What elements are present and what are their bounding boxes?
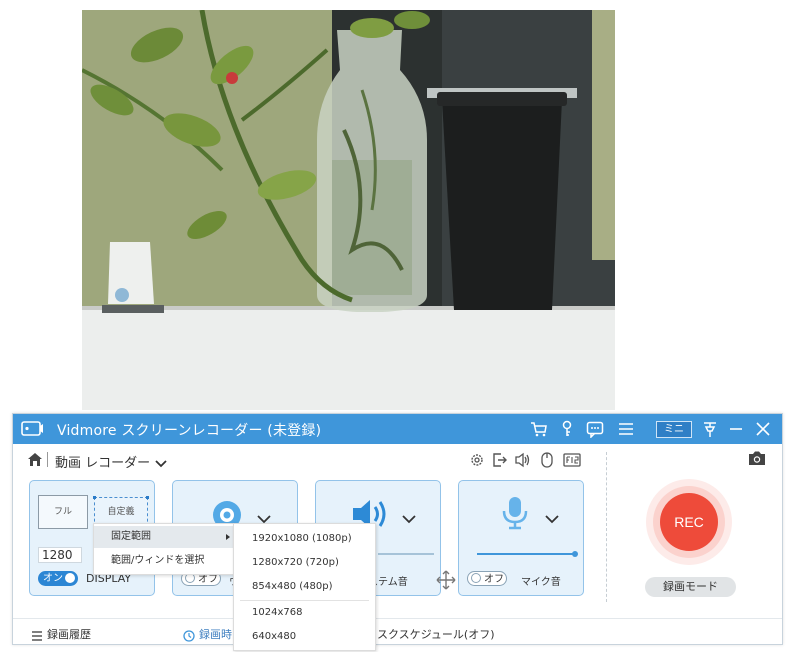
resize-handle: [146, 496, 149, 499]
mic-volume-fill: [477, 553, 573, 555]
window-title: Vidmore スクリーンレコーダー (未登録): [57, 423, 322, 439]
camera-icon[interactable]: [747, 450, 767, 471]
toggle-knob: [65, 573, 75, 583]
menu-item-720p[interactable]: 1280x720 (720p): [234, 552, 375, 574]
menu-item-fixed-region[interactable]: 固定範囲: [94, 526, 234, 548]
move-cursor-icon: [436, 570, 456, 594]
history-icon[interactable]: [31, 627, 43, 646]
recorder-mode-selector[interactable]: 動画 レコーダー: [55, 452, 150, 471]
webcam-preview: [82, 10, 615, 410]
full-screen-label: フル: [53, 507, 72, 517]
chevron-down-icon[interactable]: [402, 509, 416, 528]
microphone-panel: オフ マイク音: [458, 480, 584, 596]
menu-item-1080p[interactable]: 1920x1080 (1080p): [234, 528, 375, 550]
chevron-down-icon[interactable]: [545, 509, 559, 528]
menu-item-480p[interactable]: 854x480 (480p): [234, 576, 375, 598]
webcam-toggle-label: オフ: [198, 574, 218, 585]
divider: [606, 452, 607, 602]
microphone-icon[interactable]: [499, 495, 531, 535]
key-icon[interactable]: [558, 420, 576, 438]
submenu-arrow-icon: [226, 534, 230, 540]
menu-item-1024x768[interactable]: 1024x768: [234, 602, 375, 624]
home-icon[interactable]: [27, 452, 43, 471]
mic-volume-thumb[interactable]: [572, 551, 578, 557]
mouse-icon[interactable]: [540, 452, 554, 472]
resize-handle: [93, 496, 96, 499]
mic-label: マイク音: [521, 577, 561, 588]
mini-mode-button[interactable]: ミニ: [656, 421, 692, 438]
full-screen-button[interactable]: フル: [38, 495, 88, 529]
display-toggle[interactable]: オン: [38, 571, 78, 586]
pin-icon[interactable]: [701, 420, 719, 438]
feedback-icon[interactable]: [586, 420, 604, 439]
schedule-link[interactable]: スクスケジュール(オフ): [377, 626, 494, 642]
chevron-down-icon[interactable]: [155, 454, 167, 473]
rec-button[interactable]: REC: [660, 493, 718, 551]
mode-bar: 動画 レコーダー: [13, 444, 608, 476]
custom-region-label: 自定義: [107, 507, 135, 517]
export-icon[interactable]: [492, 452, 508, 472]
width-field[interactable]: 1280: [38, 547, 82, 563]
menu-item-label: 範囲/ウィンドを選択: [111, 555, 205, 566]
fps-icon[interactable]: [563, 452, 581, 472]
region-context-menu: 固定範囲 範囲/ウィンドを選択: [93, 523, 235, 575]
menu-item-label: 固定範囲: [111, 531, 151, 542]
cart-icon[interactable]: [530, 420, 548, 438]
mic-toggle[interactable]: オフ: [467, 571, 507, 586]
menu-divider: [240, 600, 369, 601]
history-link[interactable]: 録画履歴: [47, 626, 91, 642]
display-toggle-label: オン: [43, 573, 63, 584]
minimize-icon[interactable]: [727, 420, 745, 438]
toggle-knob: [471, 573, 481, 583]
app-logo-icon: [21, 420, 43, 442]
rec-area: REC: [646, 479, 736, 569]
webcam-photo: [82, 10, 615, 410]
gear-icon[interactable]: [469, 452, 485, 472]
record-mode-button[interactable]: 録画モード: [645, 577, 736, 597]
clock-icon[interactable]: [183, 627, 195, 646]
bottom-bar: 録画履歴 録画時間 スクスケジュール(オフ): [13, 618, 782, 645]
speaker-icon[interactable]: [514, 452, 532, 472]
mic-toggle-label: オフ: [484, 574, 504, 585]
menu-icon[interactable]: [617, 420, 635, 438]
title-bar[interactable]: Vidmore スクリーンレコーダー (未登録) ミニ: [13, 414, 782, 444]
menu-item-select-window[interactable]: 範囲/ウィンドを選択: [94, 550, 234, 572]
separator: [47, 452, 48, 467]
close-icon[interactable]: [754, 420, 772, 438]
resolution-submenu: 1920x1080 (1080p) 1280x720 (720p) 854x48…: [233, 523, 376, 651]
system-volume-slider[interactable]: [378, 553, 434, 555]
menu-item-640x480[interactable]: 640x480: [234, 626, 375, 648]
